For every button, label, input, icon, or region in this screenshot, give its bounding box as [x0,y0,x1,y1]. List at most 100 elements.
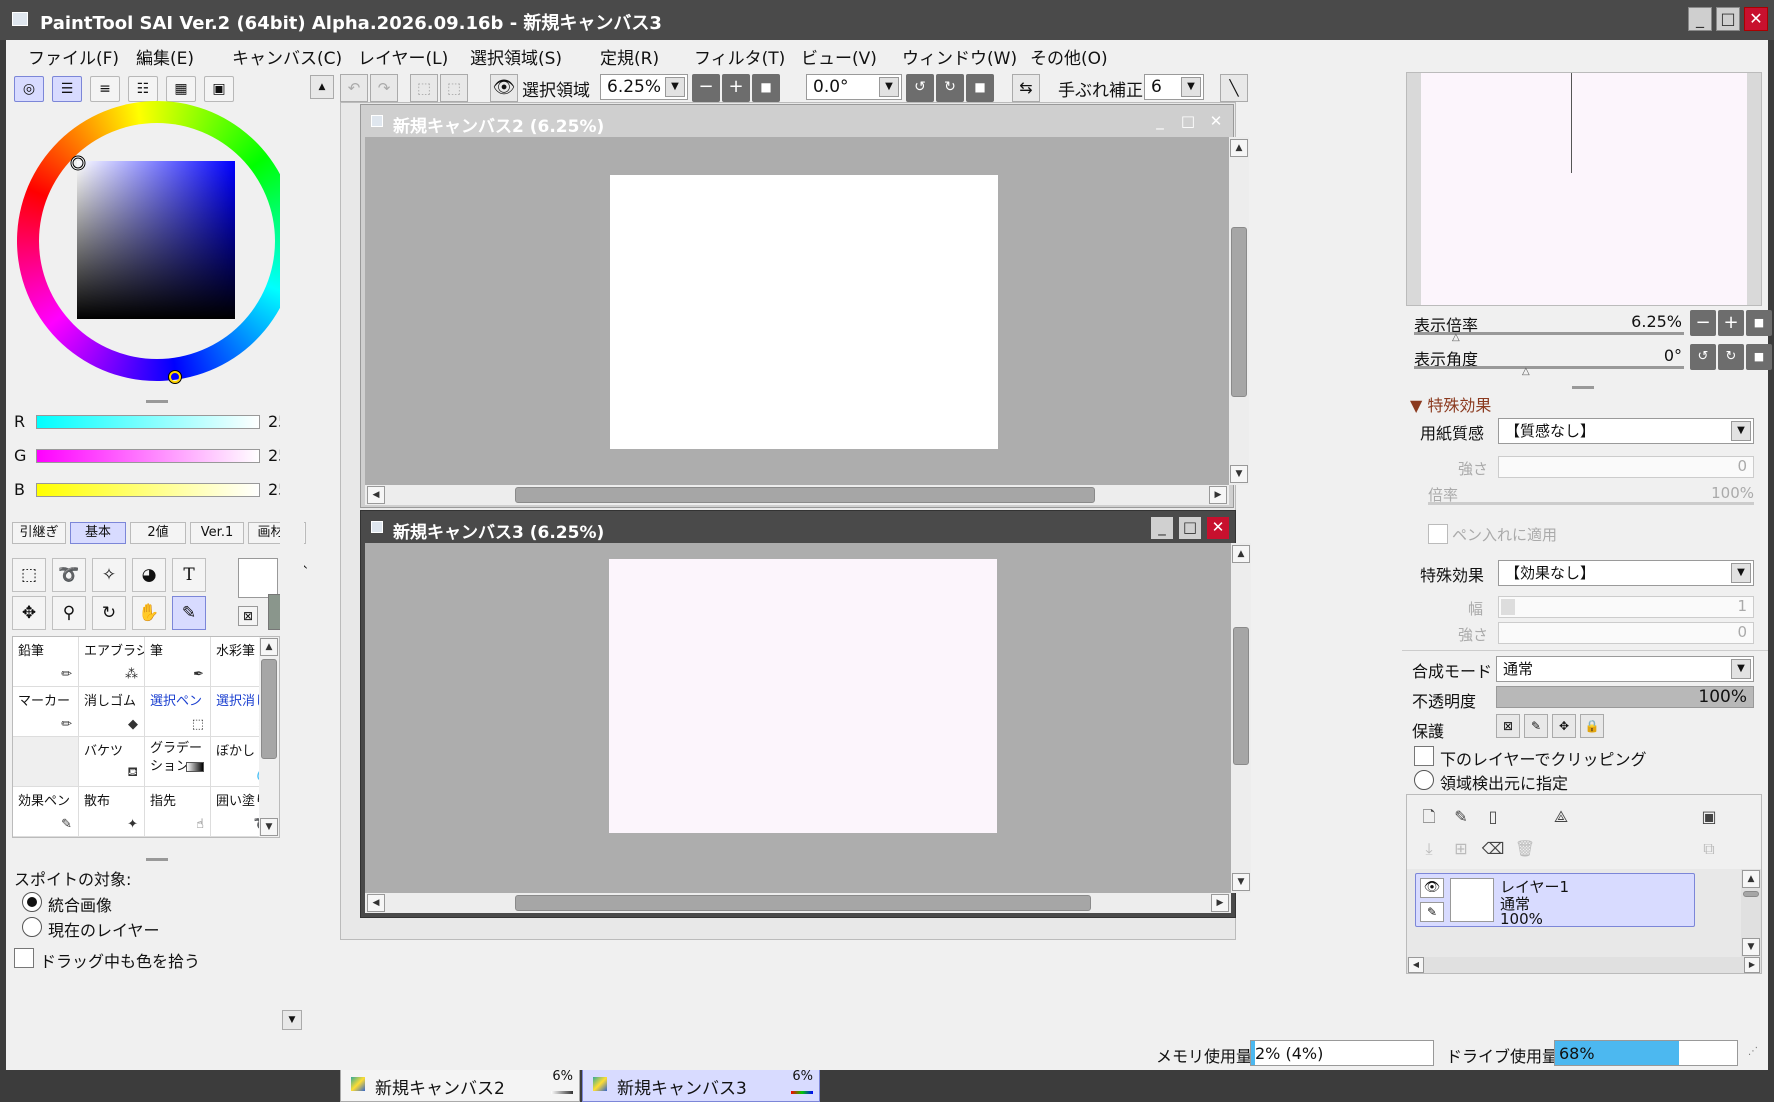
canvas3-vscroll[interactable]: ▲ ▼ [1231,543,1251,893]
strength2-field[interactable]: 0 [1498,622,1754,644]
brush-pencil[interactable]: 鉛筆 ✏ [13,637,79,687]
scroll-left-arrow[interactable]: ◀ [367,486,385,504]
undo-button[interactable]: ↶ [340,74,368,102]
scroll-down-arrow[interactable]: ▼ [1230,465,1248,483]
nav-rotate-reset-button[interactable]: ■ [1746,344,1772,370]
apply-pen-checkbox[interactable] [1428,524,1448,544]
stabilizer-field[interactable]: 6 ▼ [1144,74,1204,100]
tab-inherit[interactable]: 引継ぎ [12,522,66,544]
drag-pick-checkbox[interactable] [14,948,34,968]
menu-ruler[interactable]: 定規(R) [600,44,659,69]
eyedropper-tool[interactable]: ✎ [172,596,206,630]
panel-splitter[interactable] [146,400,168,403]
dropdown-icon[interactable]: ▼ [1731,563,1751,583]
scroll-up-arrow[interactable]: ▲ [1230,139,1248,157]
resize-grip-icon[interactable]: ⋰ [1748,1046,1758,1057]
b-slider[interactable] [36,483,260,497]
brush-airbrush[interactable]: エアブラシ ⁂ [79,637,145,687]
minimize-button[interactable]: _ [1688,7,1712,31]
tab-binary[interactable]: 2値 [130,522,186,544]
r-slider[interactable] [36,415,260,429]
show-selection-toggle[interactable]: 👁 [490,74,518,102]
canvas3-minimize-button[interactable]: _ [1151,517,1173,539]
scroll-thumb[interactable] [515,487,1095,503]
dock-down-button[interactable]: ▼ [282,1010,302,1030]
menu-other[interactable]: その他(O) [1030,44,1108,69]
rotate-reset-button[interactable]: ■ [966,74,994,102]
opacity-slider[interactable]: 100% [1496,686,1754,708]
lasso-tool[interactable]: ➰ [52,558,86,592]
canvas-tab-3[interactable]: 新規キャンバス3 6% [582,1066,820,1102]
nav-angle-slider[interactable] [1414,366,1684,369]
protect-transparency-button[interactable]: ⊠ [1496,714,1520,738]
clear-layer-icon[interactable]: ⌫ [1481,837,1505,861]
straight-line-button[interactable]: ╲ [1220,74,1248,102]
brush-effect-pen[interactable]: 効果ペン ✎ [13,787,79,837]
shape-tool[interactable]: ◕ [132,558,166,592]
brush-select-pen[interactable]: 選択ペン ⬚ [145,687,211,737]
canvas3-hscroll[interactable]: ◀ ▶ [365,893,1231,913]
scroll-up-arrow[interactable]: ▲ [1232,545,1250,563]
panel-splitter-3[interactable] [1572,386,1594,389]
maximize-button[interactable]: □ [1716,7,1740,31]
layer-row[interactable]: 👁 ✎ レイヤー1 通常 100% [1415,873,1695,928]
brush-empty-slot[interactable] [13,737,79,787]
color-wheel[interactable] [12,96,302,386]
scroll-thumb[interactable] [1231,227,1247,397]
panel-splitter-2[interactable] [146,858,168,861]
delete-layer-icon[interactable]: 🗑 [1513,837,1537,861]
protect-move-button[interactable]: ✥ [1552,714,1576,738]
deselect-button[interactable]: ⬚ [410,74,438,102]
blend-mode-select[interactable]: 通常 ▼ [1496,656,1754,682]
scroll-down-arrow[interactable]: ▼ [1742,938,1760,956]
scroll-down-arrow[interactable]: ▼ [260,818,278,836]
nav-rotate-left-button[interactable]: ↺ [1690,344,1716,370]
scroll-left-arrow[interactable]: ◀ [367,894,385,912]
brush-scatter[interactable]: 散布 ✦ [79,787,145,837]
angle-field[interactable]: 0.0° ▼ [806,74,902,100]
layer-mask-icon[interactable]: ⟁ [1549,805,1573,829]
brush-marker[interactable]: マーカー ✏ [13,687,79,737]
zoom-tool[interactable]: ⚲ [52,596,86,630]
dropdown-icon[interactable]: ▼ [1731,659,1751,679]
effect-select[interactable]: 【効果なし】 ▼ [1498,560,1754,586]
hand-tool[interactable]: ✋ [132,596,166,630]
canvas2-viewport[interactable] [365,137,1229,485]
paper-texture-select[interactable]: 【質感なし】 ▼ [1498,418,1754,444]
angle-dropdown-icon[interactable]: ▼ [879,77,899,97]
scroll-down-arrow[interactable]: ▼ [1232,873,1250,891]
menu-edit[interactable]: 編集(E) [136,44,194,69]
brush-finger[interactable]: 指先 ☝ [145,787,211,837]
scroll-right-arrow[interactable]: ▶ [1211,894,1229,912]
flip-horizontal-button[interactable]: ⇆ [1012,74,1040,102]
new-linework-layer-icon[interactable]: ✎ [1449,805,1473,829]
nav-zoom-out-button[interactable]: − [1690,310,1716,336]
clipping-checkbox[interactable] [1414,746,1434,766]
brush-grid-scrollbar[interactable]: ▲ ▼ [259,637,279,837]
menu-layer[interactable]: レイヤー(L) [358,44,448,69]
scroll-thumb[interactable] [515,895,1091,911]
canvas2-close-button[interactable]: ✕ [1205,111,1227,133]
foreground-color[interactable] [238,558,278,598]
merge-down-icon[interactable]: ⊞ [1449,837,1473,861]
protect-all-button[interactable]: 🔒 [1580,714,1604,738]
menu-file[interactable]: ファイル(F) [28,44,119,69]
scroll-right-arrow[interactable]: ▶ [1209,486,1227,504]
text-tool[interactable]: T [172,558,206,592]
zoom-field[interactable]: 6.25% ▼ [600,74,688,100]
scroll-left-arrow[interactable]: ◀ [1408,957,1424,973]
tab-basic[interactable]: 基本 [70,522,126,544]
radio-merged-image[interactable] [22,892,42,912]
slider-handle-icon[interactable]: △ [1452,332,1460,343]
menu-selection[interactable]: 選択領域(S) [470,44,562,69]
slider-handle-icon[interactable]: △ [1522,366,1530,377]
scroll-up-arrow[interactable]: ▲ [1742,870,1760,888]
new-layer-icon[interactable]: 🗋 [1417,805,1441,829]
nav-zoom-in-button[interactable]: + [1718,310,1744,336]
menu-view[interactable]: ビュー(V) [801,44,877,69]
canvas2-maximize-button[interactable]: □ [1177,111,1199,133]
menu-window[interactable]: ウィンドウ(W) [902,44,1017,69]
width-field[interactable]: 1 [1498,596,1754,618]
scroll-thumb[interactable] [261,659,277,759]
merge-visible-icon[interactable]: ⧉ [1697,837,1721,861]
